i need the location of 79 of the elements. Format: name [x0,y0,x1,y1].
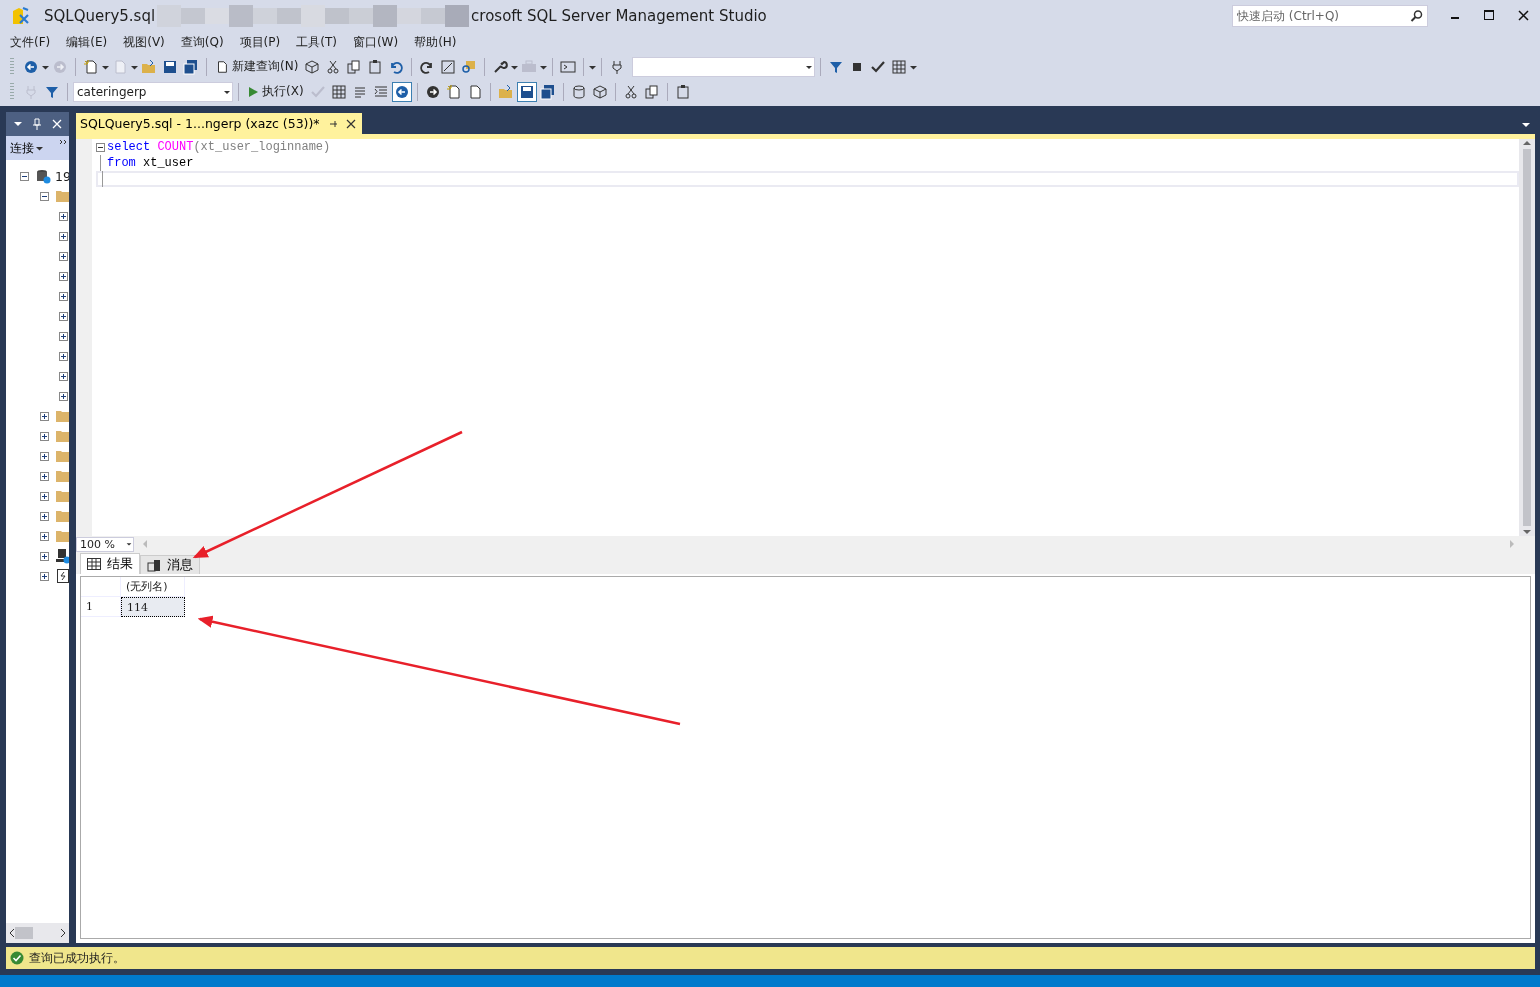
close-icon[interactable] [345,118,356,129]
zoom-combo[interactable]: 100 % [76,536,134,552]
quick-launch-field[interactable]: 快速启动 (Ctrl+Q) [1232,5,1428,27]
expand-icon[interactable] [59,251,68,261]
messages-icon [147,558,161,572]
menu-item[interactable]: 编辑(E) [60,33,118,51]
expand-icon[interactable] [40,491,49,501]
results-tab[interactable]: 消息 [140,555,200,574]
expand-icon[interactable] [59,311,68,321]
collapse-icon[interactable] [20,171,29,181]
menu-item[interactable]: 帮助(H) [408,33,467,51]
caret-icon [36,144,43,152]
table-cell[interactable]: 114 [121,597,185,617]
collapse-icon[interactable] [96,142,105,152]
code-token: xt_user [143,156,194,170]
menu-item[interactable]: 文件(F) [4,33,61,51]
collapse-icon[interactable] [40,191,49,201]
expand-icon[interactable] [40,451,49,461]
app-logo-icon [10,5,32,27]
menu-item[interactable]: 项目(P) [233,33,291,51]
code-editor[interactable]: select COUNT(xt_user_loginname) from xt_user [96,139,1519,536]
results-tab[interactable]: 结果 [80,553,140,574]
folder-icon [55,468,69,484]
expand-icon[interactable] [59,211,68,221]
expand-icon[interactable] [40,551,49,561]
expand-icon[interactable] [59,231,68,241]
window-title: SQLQuery5.sql [44,7,156,25]
expand-icon[interactable] [59,371,68,381]
folder-icon [55,188,69,204]
expand-icon[interactable] [40,571,49,581]
play-icon [247,85,259,98]
document-tab[interactable]: SQLQuery5.sql - 1...ngerp (xazc (53))* [76,113,362,134]
code-token: (xt_user_loginname) [193,140,331,154]
expand-icon[interactable] [59,271,68,281]
folder-icon [55,428,69,444]
folder-icon [55,448,69,464]
scroll-right-icon[interactable] [60,929,66,937]
expand-icon[interactable] [40,431,49,441]
folder-icon [55,528,69,544]
scroll-left-icon[interactable] [9,929,15,937]
menu-item[interactable]: 视图(V) [117,33,175,51]
menu-item[interactable]: 窗口(W) [346,33,409,51]
folder-icon [55,488,69,504]
database-server-icon [35,168,51,184]
grid-icon [87,558,101,570]
save-icon[interactable] [516,81,537,102]
expand-icon[interactable] [59,331,68,341]
overflow-icon[interactable] [59,139,67,147]
expand-icon[interactable] [59,391,68,401]
folder-icon [55,508,69,524]
expand-icon[interactable] [40,411,49,421]
horizontal-scrollbar[interactable] [6,923,69,943]
code-token: from [107,156,136,170]
pin-icon[interactable] [32,118,43,130]
menu-item[interactable]: 查询(Q) [174,33,234,51]
expand-icon[interactable] [40,511,49,521]
caret-icon [125,540,133,548]
code-token: select [107,140,151,154]
pin-icon[interactable] [327,118,338,129]
dropdown-icon[interactable] [12,119,23,129]
dropdown-icon[interactable] [1521,120,1531,130]
expand-icon[interactable] [59,291,68,301]
window-title: crosoft SQL Server Management Studio [471,7,767,25]
menu-item[interactable]: 工具(T) [290,33,347,51]
combo-box[interactable]: cateringerp [73,81,233,102]
folder-icon [55,408,69,424]
document-icon [215,59,229,74]
agent-icon [55,548,69,564]
search-icon [1410,9,1424,23]
scroll-up-icon[interactable] [1523,139,1531,147]
expand-icon[interactable] [40,471,49,481]
toolbar-button[interactable]: 执行(X) [244,83,307,100]
toolbar-button[interactable]: 新建查询(N) [212,58,302,75]
code-token: COUNT [157,140,194,154]
expand-icon[interactable] [40,531,49,541]
corner-cell [81,577,121,597]
vertical-scrollbar[interactable] [1519,139,1535,536]
status-message: 查询已成功执行。 [29,949,125,967]
expand-icon[interactable] [59,351,68,361]
